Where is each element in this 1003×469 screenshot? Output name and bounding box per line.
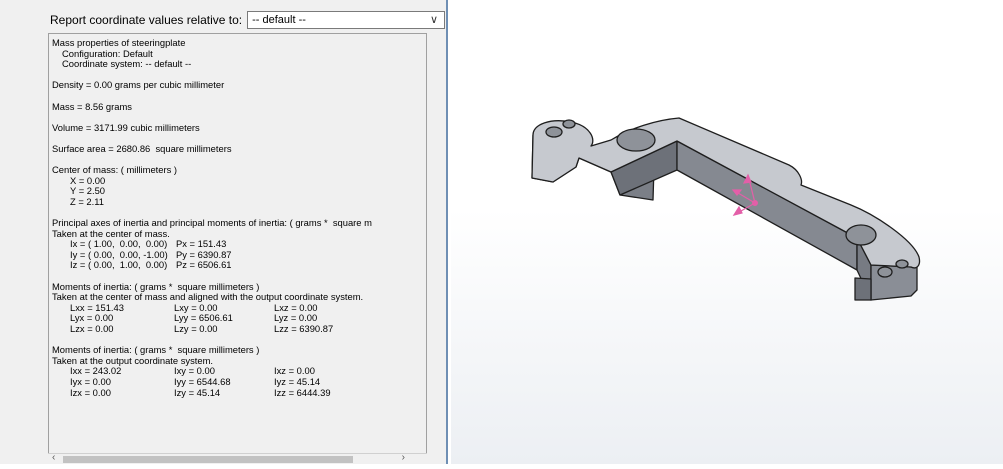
- scroll-right-icon[interactable]: ›: [402, 452, 405, 463]
- mounting-hole: [845, 224, 877, 246]
- mass-value: Mass = 8.56 grams: [52, 100, 132, 112]
- report-coordinate-row: Report coordinate values relative to: --…: [50, 10, 446, 30]
- moments-output-row: Iyx = 0.00 Iyy = 6544.68 Iyz = 45.14: [52, 376, 424, 388]
- report-coordinate-label: Report coordinate values relative to:: [50, 13, 243, 27]
- model-viewport[interactable]: [451, 0, 1003, 464]
- moment-cell: Iyz = 45.14: [274, 376, 321, 387]
- center-of-mass-x: X = 0.00: [70, 174, 106, 186]
- center-of-mass-y: Y = 2.50: [70, 185, 106, 197]
- moment-cell: Lzz = 6390.87: [274, 323, 334, 335]
- mass-properties-results[interactable]: Mass properties of steeringplate Configu…: [48, 33, 427, 464]
- center-of-mass-z: Z = 2.11: [70, 195, 104, 207]
- coordinate-system-dropdown[interactable]: -- default -- ∨: [247, 11, 446, 29]
- moments-com-row: Lzx = 0.00 Lzy = 0.00 Lzz = 6390.87: [52, 323, 424, 335]
- moment-cell: Izx = 0.00: [70, 386, 111, 398]
- mounting-hole: [545, 126, 563, 138]
- moment-cell: Izy = 45.14: [174, 386, 221, 398]
- density-value: Density = 0.00 grams per cubic millimete…: [52, 79, 225, 91]
- moment-cell: Izz = 6444.39: [274, 386, 331, 398]
- moment-cell: Lzy = 0.00: [174, 323, 218, 335]
- horizontal-scrollbar[interactable]: ‹ ›: [48, 452, 427, 464]
- mounting-hole: [895, 259, 909, 269]
- moment-cell: Iyy = 6544.68: [174, 376, 231, 387]
- principal-moment: Pz = 6506.61: [176, 259, 232, 271]
- mounting-hole: [562, 119, 576, 129]
- mounting-hole: [616, 128, 656, 152]
- part-side-face: [870, 261, 918, 301]
- principal-axis-vector: Iz = ( 0.00, 1.00, 0.00): [70, 259, 168, 271]
- results-title: Mass properties of steeringplate: [52, 38, 186, 48]
- mounting-hole: [877, 266, 893, 278]
- chevron-down-icon: ∨: [430, 14, 439, 26]
- moment-cell: Iyx = 0.00: [70, 376, 111, 387]
- scrollbar-thumb[interactable]: [63, 456, 353, 463]
- coordinate-system-value: -- default --: [252, 14, 306, 26]
- steering-plate-model[interactable]: [451, 0, 1003, 464]
- principal-axis-row: Iz = ( 0.00, 1.00, 0.00) Pz = 6506.61: [52, 260, 424, 271]
- moment-cell: Lzx = 0.00: [70, 323, 114, 335]
- volume-value: Volume = 3171.99 cubic millimeters: [52, 121, 200, 133]
- center-of-mass-heading: Center of mass: ( millimeters ): [52, 164, 178, 176]
- part-side-face: [854, 277, 872, 301]
- results-coordinate-system: Coordinate system: -- default --: [62, 58, 192, 70]
- moments-output-row: Izx = 0.00 Izy = 45.14 Izz = 6444.39: [52, 386, 424, 399]
- surface-area-value: Surface area = 2680.86 square millimeter…: [52, 142, 232, 154]
- scroll-left-icon[interactable]: ‹: [52, 452, 55, 463]
- mass-properties-panel: Report coordinate values relative to: --…: [0, 0, 448, 464]
